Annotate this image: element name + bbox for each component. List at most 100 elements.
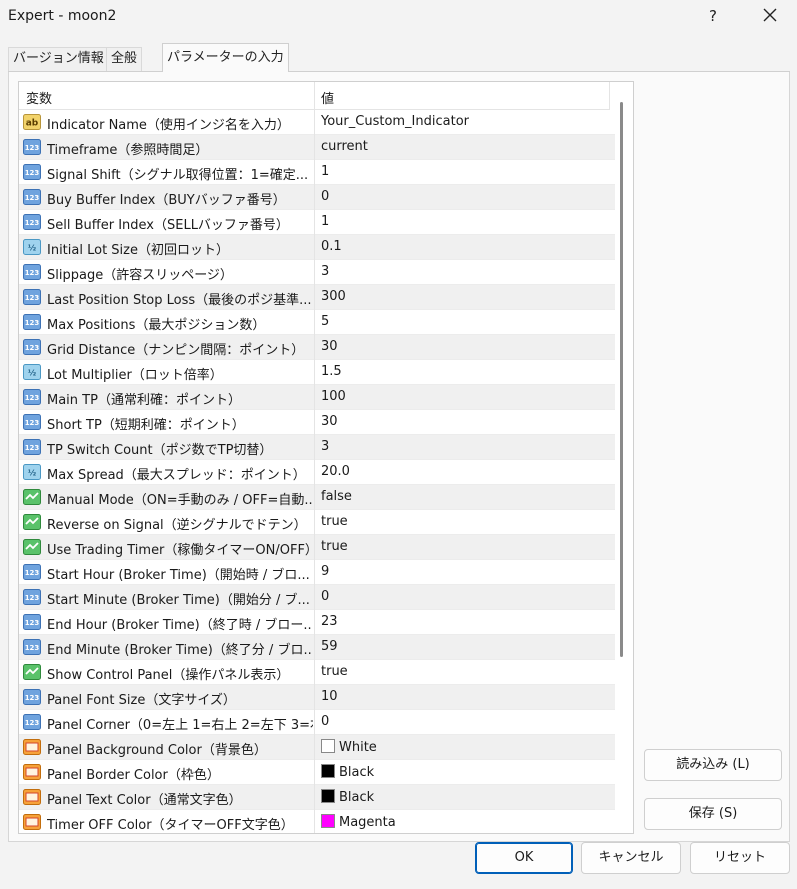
ok-button[interactable]: OK — [475, 842, 573, 874]
parameter-value[interactable]: Black — [321, 764, 374, 780]
parameter-value[interactable]: 0 — [321, 189, 329, 204]
table-row[interactable]: Show Control Panel（操作パネル表示） true — [19, 660, 615, 685]
table-row[interactable]: Timer OFF Color（タイマーOFF文字色） Magenta — [19, 810, 615, 833]
help-button[interactable]: ? — [698, 3, 728, 29]
vertical-scrollbar[interactable] — [620, 102, 623, 657]
parameter-name: Panel Corner（0=左上 1=右上 2=左下 3=右下） — [47, 718, 313, 733]
parameter-name: Panel Text Color（通常文字色） — [47, 793, 242, 808]
table-row[interactable]: 123 Main TP（通常利確：ポイント） 100 — [19, 385, 615, 410]
parameter-value[interactable]: 9 — [321, 564, 329, 579]
parameter-value[interactable]: 1.5 — [321, 364, 342, 379]
save-button[interactable]: 保存 (S) — [644, 798, 782, 830]
parameter-value[interactable]: 20.0 — [321, 464, 350, 479]
parameter-value[interactable]: Black — [321, 789, 374, 805]
parameter-value[interactable]: 3 — [321, 439, 329, 454]
cell-divider — [314, 660, 315, 685]
table-row[interactable]: Panel Border Color（枠色） Black — [19, 760, 615, 785]
table-row[interactable]: 123 Slippage（許容スリッページ） 3 — [19, 260, 615, 285]
column-header-value[interactable]: 値 — [321, 88, 334, 107]
parameter-value[interactable]: true — [321, 664, 348, 679]
table-row[interactable]: Panel Background Color（背景色） White — [19, 735, 615, 760]
table-row[interactable]: Panel Text Color（通常文字色） Black — [19, 785, 615, 810]
table-row[interactable]: 123 Start Hour (Broker Time)（開始時 / ブロ... 9 — [19, 560, 615, 585]
color-type-icon — [23, 738, 41, 756]
column-header-variable[interactable]: 変数 — [26, 88, 52, 107]
table-row[interactable]: Manual Mode（ON=手動のみ / OFF=自動... false — [19, 485, 615, 510]
parameter-value-text: 1 — [321, 214, 330, 229]
table-row[interactable]: ½ Lot Multiplier（ロット倍率） 1.5 — [19, 360, 615, 385]
parameter-value[interactable]: true — [321, 539, 348, 554]
table-row[interactable]: 123 End Hour (Broker Time)（終了時 / ブロー... 23 — [19, 610, 615, 635]
table-row[interactable]: 123 Panel Corner（0=左上 1=右上 2=左下 3=右下） 0 — [19, 710, 615, 735]
parameter-value-text: 3 — [321, 264, 330, 279]
table-row[interactable]: ab Indicator Name（使用インジ名を入力） Your_Custom_I… — [19, 110, 615, 135]
table-row[interactable]: 123 Max Positions（最大ポジション数） 5 — [19, 310, 615, 335]
parameter-value-text: 3 — [321, 439, 330, 454]
parameter-value[interactable]: 0.1 — [321, 239, 342, 254]
parameter-value[interactable]: 1 — [321, 164, 329, 179]
parameter-name: Lot Multiplier（ロット倍率） — [47, 368, 223, 383]
cell-divider — [314, 560, 315, 585]
cell-divider — [314, 360, 315, 385]
parameter-value[interactable]: 0 — [321, 714, 329, 729]
parameter-value-text: 1.5 — [321, 364, 342, 379]
tab-general[interactable]: 全般 — [106, 47, 143, 71]
svg-text:123: 123 — [25, 394, 40, 402]
table-row[interactable]: 123 Start Minute (Broker Time)（開始分 / ブ...… — [19, 585, 615, 610]
table-row[interactable]: ½ Max Spread（最大スプレッド：ポイント） 20.0 — [19, 460, 615, 485]
parameter-value[interactable]: 100 — [321, 389, 346, 404]
close-button[interactable] — [755, 3, 785, 29]
integer-type-icon: 123 — [23, 313, 41, 331]
svg-text:½: ½ — [28, 368, 36, 378]
parameter-value[interactable]: 59 — [321, 639, 338, 654]
parameter-value-text: Magenta — [339, 815, 396, 830]
table-row[interactable]: Reverse on Signal（逆シグナルでドテン） true — [19, 510, 615, 535]
parameter-value[interactable]: false — [321, 489, 352, 504]
cell-divider — [314, 485, 315, 510]
parameter-name: Manual Mode（ON=手動のみ / OFF=自動... — [47, 493, 313, 508]
parameter-value[interactable]: true — [321, 514, 348, 529]
table-row[interactable]: 123 Timeframe（参照時間足） current — [19, 135, 615, 160]
parameter-value[interactable]: 30 — [321, 414, 338, 429]
table-row[interactable]: 123 Panel Font Size（文字サイズ） 10 — [19, 685, 615, 710]
table-row[interactable]: 123 Signal Shift（シグナル取得位置：1=確定... 1 — [19, 160, 615, 185]
parameter-value[interactable]: 5 — [321, 314, 329, 329]
table-row[interactable]: 123 Last Position Stop Loss（最後のポジ基準... 300 — [19, 285, 615, 310]
parameter-value[interactable]: 300 — [321, 289, 346, 304]
parameter-value-text: 30 — [321, 414, 338, 429]
table-row[interactable]: Use Trading Timer（稼働タイマーON/OFF） true — [19, 535, 615, 560]
table-row[interactable]: ½ Initial Lot Size（初回ロット） 0.1 — [19, 235, 615, 260]
svg-text:123: 123 — [25, 144, 40, 152]
svg-text:123: 123 — [25, 319, 40, 327]
column-divider[interactable] — [314, 82, 315, 110]
parameter-value[interactable]: 1 — [321, 214, 329, 229]
parameter-value-text: White — [339, 740, 377, 755]
svg-text:123: 123 — [25, 444, 40, 452]
table-row[interactable]: 123 Grid Distance（ナンピン間隔：ポイント） 30 — [19, 335, 615, 360]
parameter-value[interactable]: 3 — [321, 264, 329, 279]
color-type-icon — [23, 763, 41, 781]
parameter-value[interactable]: 23 — [321, 614, 338, 629]
parameter-name: Reverse on Signal（逆シグナルでドテン） — [47, 518, 307, 533]
reset-button[interactable]: リセット — [690, 842, 790, 874]
table-row[interactable]: 123 Sell Buffer Index（SELLバッファ番号） 1 — [19, 210, 615, 235]
parameter-value[interactable]: White — [321, 739, 377, 755]
cell-divider — [314, 585, 315, 610]
table-row[interactable]: 123 End Minute (Broker Time)（終了分 / ブロ... 5… — [19, 635, 615, 660]
cancel-button[interactable]: キャンセル — [581, 842, 681, 874]
tab-input-parameters[interactable]: パラメーターの入力 — [162, 43, 289, 72]
svg-text:123: 123 — [25, 294, 40, 302]
tab-bar: バージョン情報 全般 パラメーターの入力 — [0, 42, 797, 72]
table-row[interactable]: 123 Short TP（短期利確：ポイント） 30 — [19, 410, 615, 435]
parameter-value[interactable]: Magenta — [321, 814, 396, 830]
parameter-value[interactable]: 10 — [321, 689, 338, 704]
table-row[interactable]: 123 Buy Buffer Index（BUYバッファ番号） 0 — [19, 185, 615, 210]
parameter-value-text: 23 — [321, 614, 338, 629]
parameter-value[interactable]: 30 — [321, 339, 338, 354]
parameter-value[interactable]: current — [321, 139, 368, 154]
parameter-value[interactable]: 0 — [321, 589, 329, 604]
load-button[interactable]: 読み込み (L) — [644, 749, 782, 781]
parameter-value[interactable]: Your_Custom_Indicator — [321, 114, 469, 129]
table-row[interactable]: 123 TP Switch Count（ポジ数でTP切替） 3 — [19, 435, 615, 460]
tab-version-info[interactable]: バージョン情報 — [8, 47, 109, 71]
